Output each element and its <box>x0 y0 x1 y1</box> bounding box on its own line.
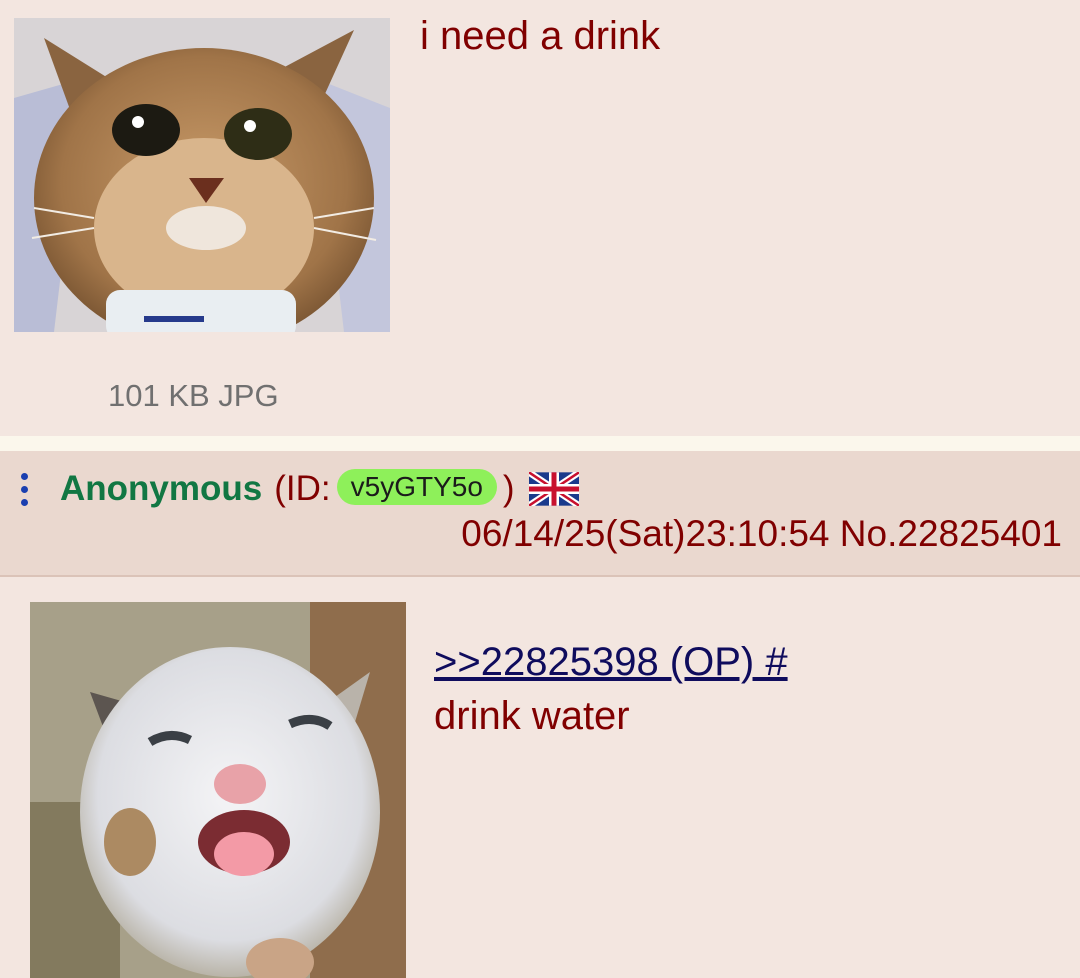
uk-flag-icon <box>526 469 581 509</box>
post-number[interactable]: No.22825401 <box>840 513 1062 554</box>
op-thumbnail-cat-image[interactable] <box>14 18 390 332</box>
quote-link[interactable]: >>22825398 (OP) # <box>434 640 788 685</box>
post-separator <box>0 436 1080 451</box>
post-datetime: 06/14/25(Sat)23:10:54 <box>461 513 830 554</box>
thread-page: i need a drink 101 KB JPG Anonymous (ID:… <box>0 0 1080 978</box>
reply-header: Anonymous (ID: v5yGTY5o ) 06/14/25(Sat)2… <box>0 451 1080 577</box>
post-datetime-number: 06/14/25(Sat)23:10:54 No.22825401 <box>461 513 1062 555</box>
poster-id-badge[interactable]: v5yGTY5o <box>336 469 497 505</box>
poster-id-suffix: ) <box>502 469 515 508</box>
poster-id-prefix: (ID: <box>274 469 331 508</box>
reply-comment: drink water <box>434 694 630 738</box>
op-post: i need a drink 101 KB JPG <box>0 0 1080 436</box>
file-info[interactable]: 101 KB JPG <box>108 378 279 414</box>
poster-info: Anonymous (ID: v5yGTY5o ) <box>60 467 581 511</box>
post-menu-icon[interactable] <box>16 473 32 509</box>
op-comment: i need a drink <box>420 14 661 58</box>
poster-name: Anonymous <box>60 469 263 508</box>
reply-thumbnail-kitten-image[interactable] <box>30 602 406 978</box>
